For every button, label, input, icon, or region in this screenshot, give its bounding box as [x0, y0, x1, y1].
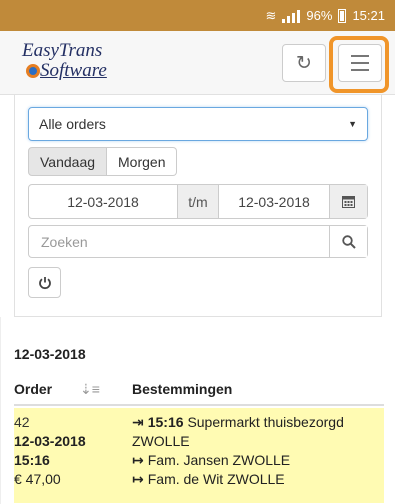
- order-date: 12-03-2018: [14, 433, 86, 449]
- delivery-icon: ↦: [132, 452, 144, 468]
- pickup-name: Supermarkt thuisbezorgd: [187, 414, 344, 430]
- logo-globe-icon: [26, 64, 40, 78]
- column-order[interactable]: Order: [14, 381, 80, 397]
- logo-text-easytrans: EasyTrans: [22, 40, 103, 61]
- date-separator: t/m: [177, 185, 219, 218]
- battery-icon: [338, 8, 347, 23]
- status-bar: ≋ 96% 15:21: [0, 0, 395, 31]
- battery-percentage: 96%: [306, 8, 333, 23]
- header-divider: [14, 404, 384, 406]
- order-destinations: ⇥ 15:16 Supermarkt thuisbezorgd ZWOLLE ↦…: [128, 408, 384, 503]
- column-destinations: Bestemmingen: [132, 381, 233, 397]
- order-list: 12-03-2018 Order ⇣≡ Bestemmingen 42 12-0…: [0, 317, 395, 504]
- destination-2: Fam. de Wit ZWOLLE: [147, 471, 285, 487]
- date-to-input[interactable]: 12-03-2018: [219, 185, 329, 218]
- destination-1: Fam. Jansen ZWOLLE: [147, 452, 291, 468]
- order-time: 15:16: [14, 452, 50, 468]
- order-info: 42 12-03-2018 15:16 € 47,00: [14, 408, 128, 503]
- signal-icon: [282, 9, 301, 23]
- easytrans-logo[interactable]: EasyTrans Software: [22, 40, 162, 86]
- search-icon: [341, 234, 356, 249]
- order-price: € 47,00: [14, 471, 61, 487]
- day-button-group: Vandaag Morgen: [28, 147, 178, 176]
- calendar-button[interactable]: [329, 185, 367, 218]
- reset-filters-button[interactable]: [28, 267, 61, 298]
- search-box: [28, 225, 368, 258]
- power-icon: [38, 276, 51, 289]
- search-button[interactable]: [329, 226, 367, 257]
- delivery-icon: ↦: [132, 471, 144, 487]
- refresh-button[interactable]: ↻: [282, 44, 326, 82]
- order-type-value: Alle orders: [39, 116, 106, 132]
- menu-button-highlight: [329, 36, 389, 93]
- app-header: EasyTrans Software ↻: [0, 31, 395, 95]
- today-button[interactable]: Vandaag: [28, 147, 108, 176]
- pickup-icon: ⇥: [132, 414, 144, 430]
- filter-panel: Alle orders ▼ Vandaag Morgen 12-03-2018 …: [14, 95, 382, 317]
- logo-text-software: Software: [40, 60, 107, 81]
- list-date-heading: 12-03-2018: [14, 346, 86, 362]
- order-number: 42: [14, 414, 30, 430]
- tomorrow-button[interactable]: Morgen: [107, 147, 178, 176]
- status-time: 15:21: [352, 8, 385, 23]
- pickup-city: ZWOLLE: [132, 433, 190, 449]
- wifi-icon: ≋: [265, 7, 277, 23]
- table-row[interactable]: 42 12-03-2018 15:16 € 47,00 ⇥ 15:16 Supe…: [14, 408, 384, 503]
- calendar-icon: [342, 196, 355, 208]
- date-range: 12-03-2018 t/m 12-03-2018: [28, 184, 368, 219]
- sort-icon[interactable]: ⇣≡: [80, 381, 132, 398]
- date-from-input[interactable]: 12-03-2018: [29, 185, 177, 218]
- refresh-icon: ↻: [296, 52, 312, 74]
- order-type-select[interactable]: Alle orders ▼: [28, 107, 368, 141]
- search-input[interactable]: [29, 226, 329, 257]
- pickup-time: 15:16: [147, 414, 184, 430]
- table-header: Order ⇣≡ Bestemmingen: [14, 379, 384, 399]
- caret-down-icon: ▼: [348, 119, 357, 129]
